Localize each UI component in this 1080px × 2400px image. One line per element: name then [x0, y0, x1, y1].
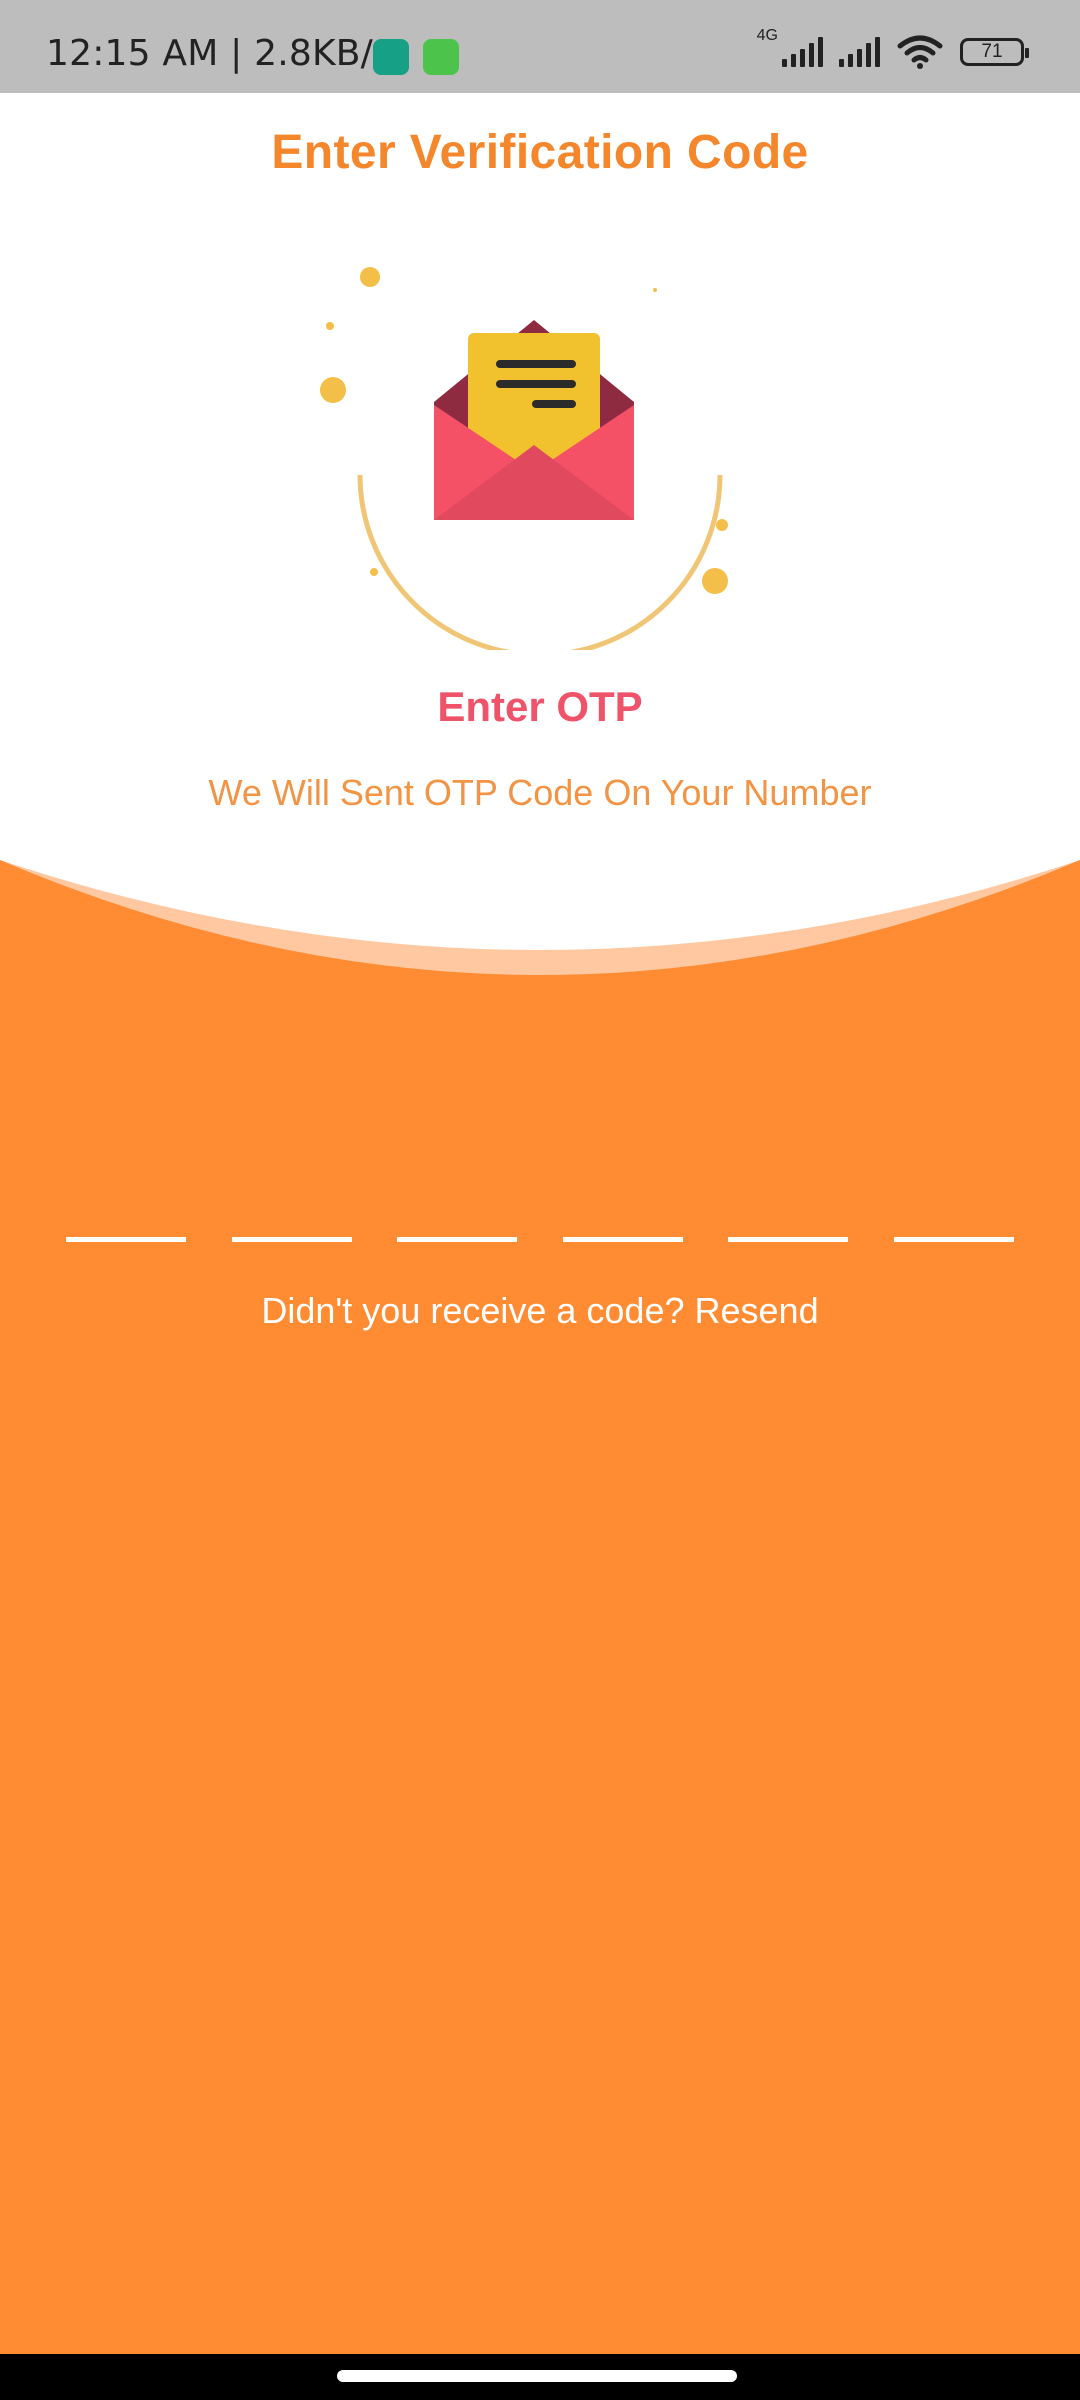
battery-level: 71 — [981, 41, 1003, 62]
signal-icon — [782, 37, 823, 67]
cat-app-icon — [423, 39, 459, 75]
wave-divider — [0, 860, 1080, 1120]
open-envelope-icon — [300, 250, 780, 658]
otp-digit-2[interactable] — [231, 1188, 352, 1242]
wifi-icon — [896, 34, 944, 70]
battery-icon: 71 — [960, 38, 1029, 66]
resend-row: Didn't you receive a code? Resend — [0, 1290, 1080, 1332]
otp-digit-1[interactable] — [66, 1188, 186, 1242]
otp-digit-4[interactable] — [562, 1188, 683, 1242]
chat-app-icon — [373, 39, 409, 75]
otp-heading: Enter OTP — [437, 683, 643, 730]
signal-icon — [839, 37, 880, 67]
otp-subtitle: We Will Sent OTP Code On Your Number — [208, 772, 872, 813]
status-indicators: 4G 71 — [757, 27, 1029, 70]
resend-prompt: Didn't you receive a code? — [261, 1290, 685, 1331]
otp-digit-6[interactable] — [893, 1188, 1014, 1242]
home-indicator[interactable] — [337, 2370, 737, 2382]
status-time: 12:15 AM | 2.8KB/s — [46, 33, 392, 74]
page-title: Enter Verification Code — [271, 126, 809, 179]
status-bar: 12:15 AM | 2.8KB/s 4G 71 — [0, 0, 1080, 93]
resend-link[interactable]: Resend — [695, 1290, 819, 1331]
network-type-label: 4G — [756, 27, 778, 44]
otp-digit-5[interactable] — [728, 1188, 849, 1242]
otp-digit-3[interactable] — [397, 1188, 518, 1242]
otp-input-group — [66, 1188, 1014, 1242]
